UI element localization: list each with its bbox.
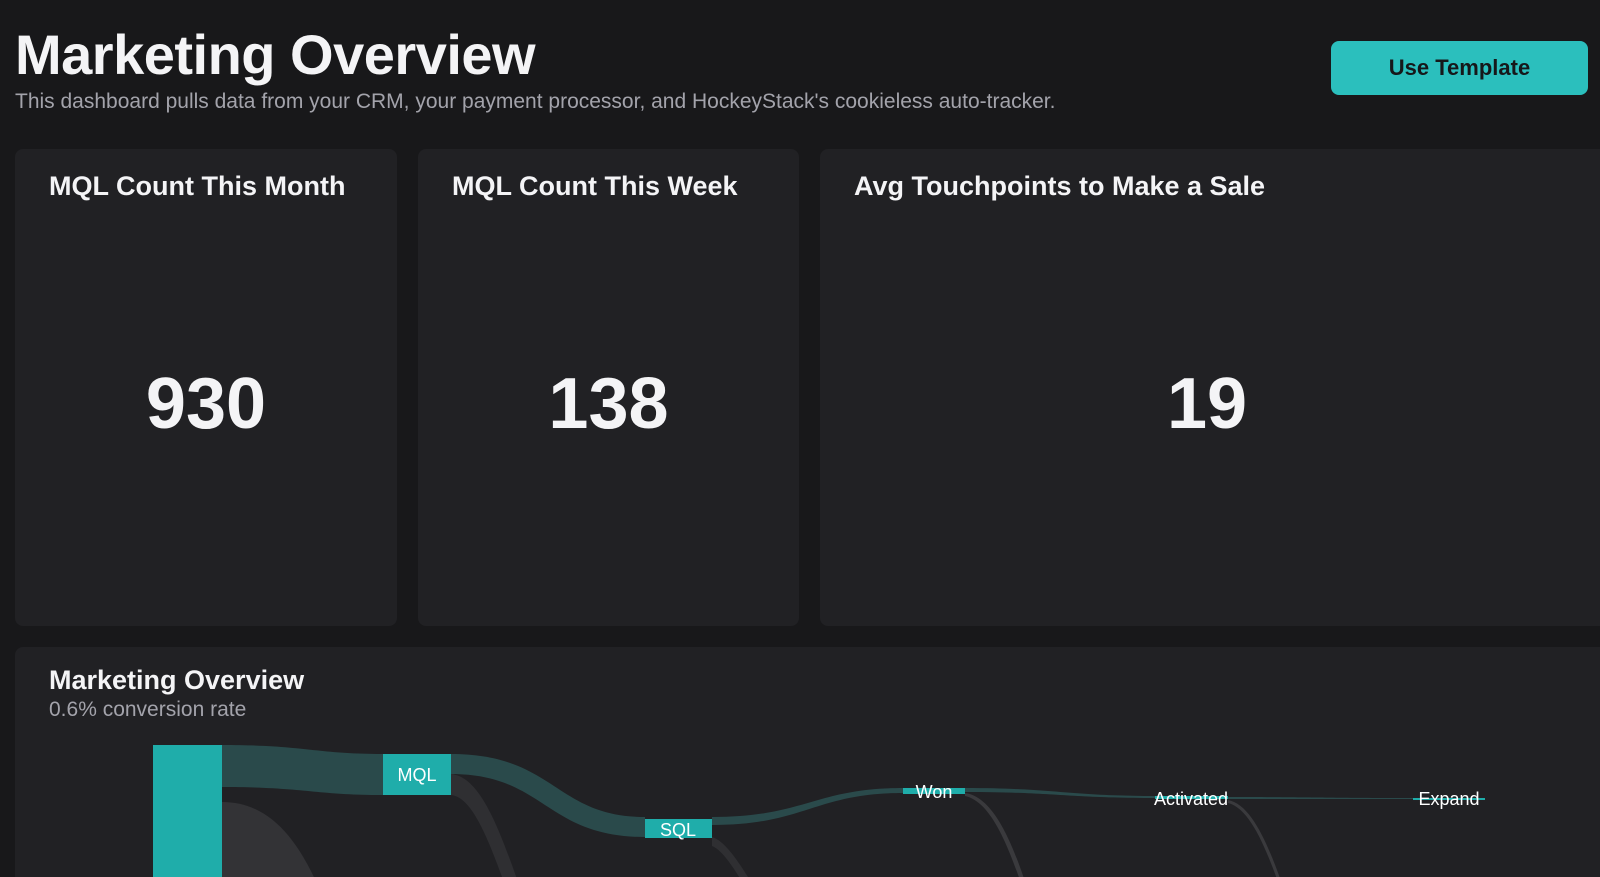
metric-card-mql-week: MQL Count This Week 138 — [418, 149, 799, 626]
dropoff-flow-sql — [712, 837, 749, 877]
metric-value: 930 — [145, 364, 267, 444]
sankey-node-source — [153, 745, 222, 877]
marketing-overview-card: MQL SQL Won Activated Expand Marketing O… — [15, 647, 1600, 877]
flow-activated-to-expand — [1228, 797, 1413, 799]
sankey-label-won: Won — [916, 782, 953, 802]
dashboard-page: Marketing Overview This dashboard pulls … — [0, 0, 1600, 877]
metric-value: 19 — [1166, 364, 1248, 444]
metric-title: MQL Count This Month — [49, 171, 346, 201]
sankey-label-mql: MQL — [397, 765, 436, 785]
sankey-label-activated: Activated — [1154, 789, 1228, 809]
metric-card-mql-month: MQL Count This Month 930 — [15, 149, 397, 626]
overview-subtitle: 0.6% conversion rate — [49, 698, 247, 721]
dropoff-flow-won — [965, 793, 1024, 877]
flow-source-to-mql — [222, 745, 383, 795]
metric-value: 138 — [548, 364, 669, 444]
metric-title: MQL Count This Week — [452, 171, 738, 201]
page-title: Marketing Overview — [15, 23, 536, 86]
dropoff-flow-source — [222, 802, 314, 877]
page-subtitle: This dashboard pulls data from your CRM,… — [15, 90, 1056, 113]
flow-won-to-activated — [965, 788, 1155, 798]
metric-title: Avg Touchpoints to Make a Sale — [854, 171, 1266, 201]
metric-card-avg-touchpoints: Avg Touchpoints to Make a Sale 19 — [820, 149, 1600, 626]
sankey-label-sql: SQL — [660, 820, 696, 840]
flow-sql-to-won — [712, 788, 903, 825]
overview-title: Marketing Overview — [49, 665, 305, 695]
dropoff-flow-mql — [451, 774, 517, 877]
sankey-label-expand: Expand — [1418, 789, 1479, 809]
dropoff-flow-activated — [1228, 800, 1280, 877]
use-template-button[interactable]: Use Template — [1331, 41, 1588, 95]
